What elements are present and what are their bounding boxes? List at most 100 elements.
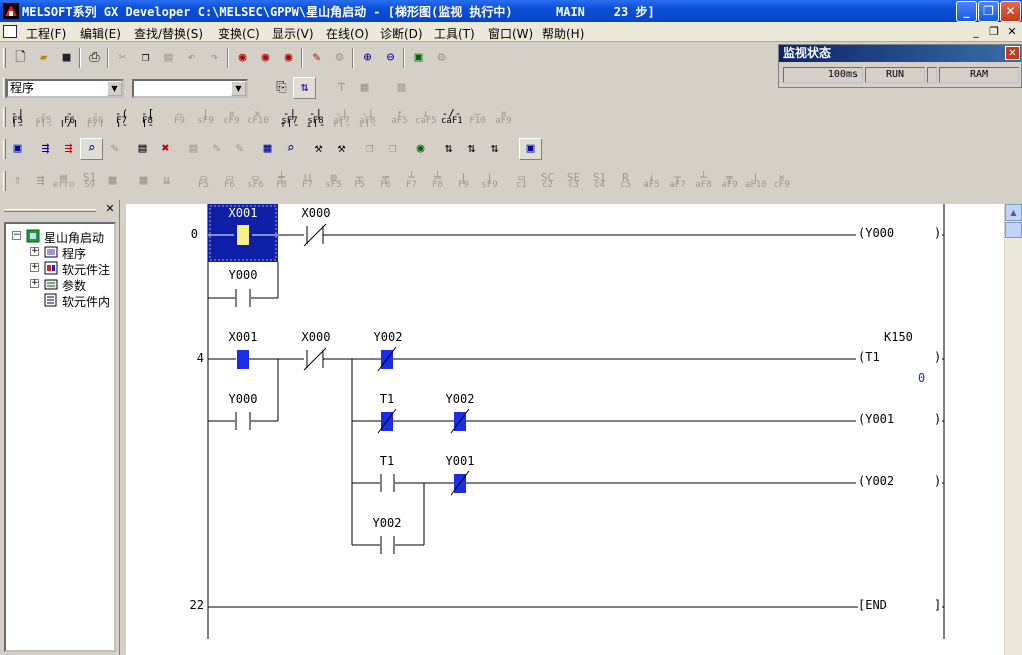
plc-read-icon[interactable]: ▣	[6, 138, 29, 160]
falling-edge-contact-button[interactable]: -|↓|- sF8	[304, 106, 327, 128]
find-instruction-icon[interactable]: ◉	[254, 47, 277, 69]
parallel-falling-edge-button[interactable]: -|↓|- aF8	[356, 106, 379, 128]
toolbar-grip[interactable]	[3, 48, 6, 68]
tree-item-parameter[interactable]: + 参数	[6, 276, 114, 293]
step-list-icon[interactable]: S1 S9	[78, 170, 101, 192]
monitor-mode-icon[interactable]: ⌕	[80, 138, 103, 160]
line-draw-button[interactable]: — F10	[466, 106, 489, 128]
parallel-rising-edge-button[interactable]: -|↑|- aF7	[330, 106, 353, 128]
menu-project[interactable]: 工程(F)	[26, 25, 66, 42]
mdi-restore-button[interactable]: ❐	[986, 25, 1002, 39]
coil-y000[interactable]: (Y000	[858, 226, 894, 240]
note-edit-icon[interactable]: ✎	[228, 138, 251, 160]
end-instruction[interactable]: [END	[858, 598, 887, 612]
write-plc-icon[interactable]: ✎	[305, 47, 328, 69]
sfc-step-button[interactable]: ▭ F5	[192, 170, 215, 192]
sfc-reset-button[interactable]: ⊠ sF5	[322, 170, 345, 192]
timing-chart-icon[interactable]: ⇅	[483, 138, 506, 160]
save-icon[interactable]: ■	[55, 47, 78, 69]
menu-find-replace[interactable]: 查找/替换(S)	[134, 25, 203, 42]
ladder-view-icon[interactable]: ⎘	[270, 77, 293, 99]
sfc-transition-button[interactable]: ┿ F8	[270, 170, 293, 192]
application-instruction-button[interactable]: -[ ]- F8	[136, 106, 159, 128]
trace-icon[interactable]: ⇅	[437, 138, 460, 160]
menu-diagnostics[interactable]: 诊断(D)	[380, 25, 423, 42]
sfc-sel-merge-button[interactable]: ┴ F7	[400, 170, 423, 192]
tree-root[interactable]: − 星山角启动	[6, 228, 114, 245]
menu-tools[interactable]: 工具(T)	[434, 25, 475, 42]
options-icon[interactable]: ⚙	[430, 47, 453, 69]
ladder-monitor-icon[interactable]: ⇶	[57, 138, 80, 160]
restore-button[interactable]: ❐	[978, 1, 999, 22]
tree-item-device-memory[interactable]: 软元件内	[6, 292, 114, 309]
close-icon[interactable]: ✕	[103, 203, 117, 216]
zoom-out-icon[interactable]: ⊖	[379, 47, 402, 69]
sfc-vline-button[interactable]: | F9	[452, 170, 475, 192]
expand-icon[interactable]: +	[30, 247, 39, 256]
step-list-icon[interactable]: ⊤	[330, 77, 353, 99]
copy-window-icon[interactable]: ❐	[358, 138, 381, 160]
delete-vertical-button[interactable]: × cF10	[246, 106, 269, 128]
find-step-icon[interactable]: ◉	[277, 47, 300, 69]
sfc-par-branch-button[interactable]: ╤ F6	[374, 170, 397, 192]
error-step-icon[interactable]: ▤error	[52, 170, 75, 192]
sfc-jump-icon[interactable]: ⇊	[155, 170, 178, 192]
vertical-scrollbar[interactable]: ▲	[1005, 204, 1022, 655]
chevron-down-icon[interactable]: ▼	[231, 81, 246, 96]
sampling-icon[interactable]: ⇅	[460, 138, 483, 160]
sfc-sel-branch-button[interactable]: ┬ F5	[348, 170, 371, 192]
sfc-comment-3-button[interactable]: SE c3	[562, 170, 585, 192]
close-button[interactable]: ✕	[1000, 1, 1021, 22]
coil-button[interactable]: -( )- F7	[110, 106, 133, 128]
scroll-thumb[interactable]	[1005, 222, 1022, 238]
sfc-delete-line-button[interactable]: | sF9	[478, 170, 501, 192]
program-name-select[interactable]: ▼	[132, 79, 248, 98]
sfc-comment-4-button[interactable]: S1 c4	[588, 170, 611, 192]
scroll-up-icon[interactable]: ▲	[1005, 204, 1022, 221]
expand-icon[interactable]: +	[30, 263, 39, 272]
menu-help[interactable]: 帮助(H)	[542, 25, 584, 42]
list-view-icon[interactable]: ▦	[353, 77, 376, 99]
parallel-no-contact-button[interactable]: -||- sF5	[32, 106, 55, 128]
document-icon[interactable]	[3, 25, 17, 38]
device-list-icon[interactable]: ▦	[256, 138, 279, 160]
mdi-close-button[interactable]: ✕	[1004, 25, 1020, 39]
sfc-alt-step-button[interactable]: ↓ aF5	[640, 170, 663, 192]
rising-edge-contact-button[interactable]: -|↑|- sF7	[278, 106, 301, 128]
sfc-comment-1-button[interactable]: ▭ c1	[510, 170, 533, 192]
monitor-icon[interactable]: ▣	[407, 47, 430, 69]
sfc-alt-vline-button[interactable]: | aF10	[744, 170, 767, 192]
expand-icon[interactable]: +	[30, 279, 39, 288]
print-icon[interactable]: ⎙	[83, 47, 106, 69]
device-comment-icon[interactable]: ⇅	[293, 77, 316, 99]
ladder-diagram[interactable]: 0 4 22 X001 X000 (Y000 ) Y000 X001 X000 …	[126, 204, 1004, 655]
sfc-view-icon[interactable]: ▥	[390, 77, 413, 99]
copy-icon[interactable]: ❐	[134, 47, 157, 69]
sfc-jump-transition-button[interactable]: ⊔ F7	[296, 170, 319, 192]
open-folder-icon[interactable]: ▰	[32, 47, 55, 69]
sfc-alt-par-button[interactable]: ╤ aF9	[718, 170, 741, 192]
sfc-comment-2-button[interactable]: SC c2	[536, 170, 559, 192]
panel-grip[interactable]	[4, 209, 96, 212]
menu-window[interactable]: 窗口(W)	[488, 25, 533, 42]
coil-y001[interactable]: (Y001	[858, 412, 894, 426]
coil-t1[interactable]: (T1	[858, 350, 880, 364]
new-file-icon[interactable]: 🗋	[9, 47, 32, 69]
vertical-line-button[interactable]: | sF9	[194, 106, 217, 128]
paste-icon[interactable]: ▤	[157, 47, 180, 69]
sfc-alt-merge-button[interactable]: ┴ aF8	[692, 170, 715, 192]
sfc-end-step-button[interactable]: ▭ sF6	[244, 170, 267, 192]
contact-x001-on[interactable]	[237, 350, 249, 369]
tree-item-program[interactable]: + 程序	[6, 244, 114, 261]
find-device-icon[interactable]: ◉	[231, 47, 254, 69]
operation-result-fall-button[interactable]: ↓ caF5	[414, 106, 437, 128]
step-jump-icon[interactable]: ⇶	[29, 170, 52, 192]
monitor-write-icon[interactable]: ✎	[103, 138, 126, 160]
operation-result-rise-button[interactable]: ↑ aF5	[388, 106, 411, 128]
no-contact-button[interactable]: -| |- F5	[6, 106, 29, 128]
step-up-icon[interactable]: ⇑	[6, 170, 29, 192]
device-search-icon[interactable]: ⌕	[279, 138, 302, 160]
line-delete-button[interactable]: × aF9	[492, 106, 515, 128]
sfc-alt-branch-button[interactable]: ┬ aF7	[666, 170, 689, 192]
read-plc-icon[interactable]: ⚙	[328, 47, 351, 69]
